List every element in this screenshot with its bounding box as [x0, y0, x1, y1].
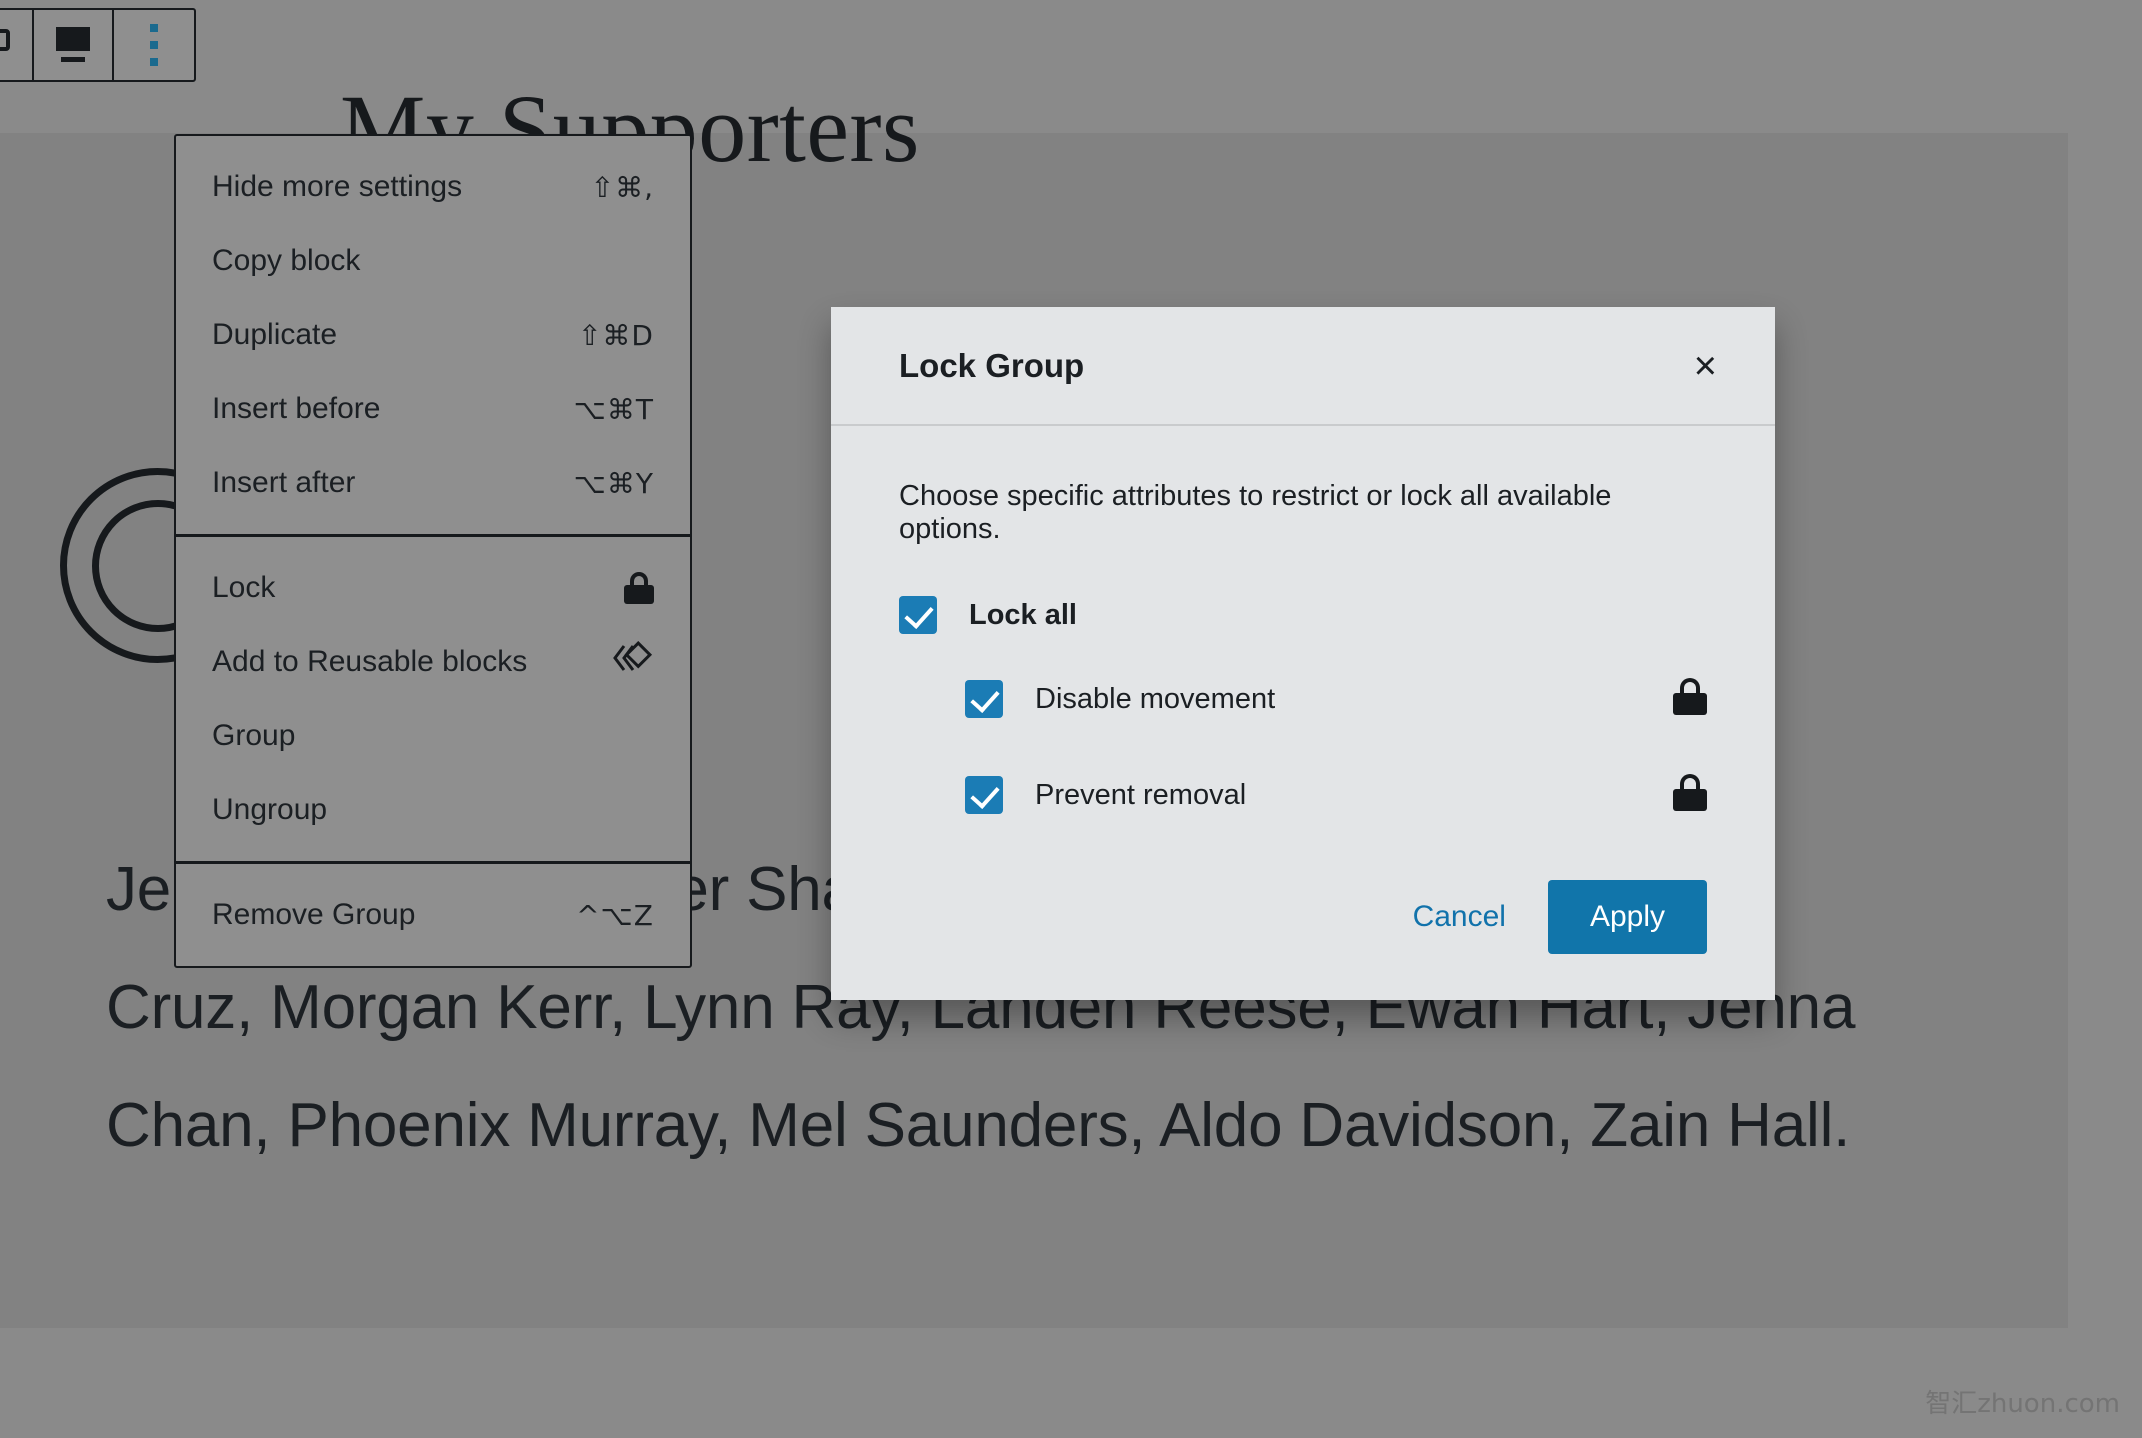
menu-section-block-actions: Lock Add to Reusable blocks Group Ungrou…	[176, 534, 690, 861]
menu-item-duplicate[interactable]: Duplicate ⇧⌘D	[176, 298, 690, 372]
menu-item-label: Add to Reusable blocks	[212, 645, 528, 678]
vertical-dots-icon	[150, 24, 158, 66]
dialog-description: Choose specific attributes to restrict o…	[899, 480, 1612, 545]
watermark: 智汇zhuon.com	[1925, 1389, 2120, 1419]
menu-item-copy-block[interactable]: Copy block	[176, 224, 690, 298]
disable-movement-checkbox[interactable]	[965, 680, 1003, 718]
dialog-header: Lock Group ×	[831, 307, 1775, 426]
menu-item-lock[interactable]: Lock	[176, 551, 690, 625]
menu-item-label: Copy block	[212, 244, 361, 277]
menu-item-insert-before[interactable]: Insert before ⌥⌘T	[176, 372, 690, 446]
prevent-removal-checkbox[interactable]	[965, 776, 1003, 814]
menu-item-label: Insert before	[212, 392, 381, 425]
lock-icon	[1673, 678, 1707, 715]
group-blocks-icon	[0, 29, 10, 61]
menu-item-shortcut: ⇧⌘,	[590, 170, 654, 204]
menu-item-shortcut: ⌥⌘Y	[573, 466, 654, 500]
menu-item-label: Lock	[212, 571, 276, 604]
menu-item-label: Insert after	[212, 466, 356, 499]
lock-all-label: Lock all	[969, 598, 1077, 631]
menu-item-label: Ungroup	[212, 793, 328, 826]
dialog-title: Lock Group	[899, 346, 1085, 384]
change-alignment-button[interactable]	[34, 10, 114, 80]
block-toolbar	[0, 8, 196, 82]
align-icon	[53, 27, 93, 63]
reusable-block-icon	[608, 640, 654, 683]
dialog-body: Choose specific attributes to restrict o…	[831, 426, 1775, 816]
lock-icon	[624, 572, 654, 604]
menu-item-insert-after[interactable]: Insert after ⌥⌘Y	[176, 446, 690, 520]
lock-all-row[interactable]: Lock all	[899, 596, 1707, 634]
menu-item-remove-group[interactable]: Remove Group ^⌥Z	[176, 878, 690, 952]
menu-item-label: Group	[212, 719, 296, 752]
menu-item-shortcut: ⇧⌘D	[577, 318, 654, 352]
menu-item-label: Hide more settings	[212, 170, 463, 203]
menu-item-shortcut: ⌥⌘T	[573, 392, 654, 426]
menu-item-add-to-reusable-blocks[interactable]: Add to Reusable blocks	[176, 625, 690, 699]
lock-group-dialog: Lock Group × Choose specific attributes …	[831, 307, 1775, 1000]
disable-movement-label: Disable movement	[1035, 682, 1276, 715]
menu-section-destructive: Remove Group ^⌥Z	[176, 861, 690, 966]
select-parent-block-button[interactable]	[0, 10, 34, 80]
prevent-removal-lock-icon-wrap	[1673, 774, 1707, 816]
lock-all-checkbox[interactable]	[899, 596, 937, 634]
lock-icon	[1673, 774, 1707, 811]
menu-item-shortcut: ^⌥Z	[576, 898, 654, 932]
menu-item-ungroup[interactable]: Ungroup	[176, 773, 690, 847]
dialog-footer: Cancel Apply	[831, 816, 1775, 1000]
menu-section-general: Hide more settings ⇧⌘, Copy block Duplic…	[176, 136, 690, 534]
apply-button[interactable]: Apply	[1547, 880, 1707, 954]
menu-item-label: Duplicate	[212, 318, 338, 351]
prevent-removal-label: Prevent removal	[1035, 778, 1247, 811]
cancel-button[interactable]: Cancel	[1385, 882, 1534, 952]
menu-item-group[interactable]: Group	[176, 699, 690, 773]
prevent-removal-row[interactable]: Prevent removal	[899, 774, 1707, 816]
menu-item-label: Remove Group	[212, 898, 416, 931]
disable-movement-lock-icon-wrap	[1673, 678, 1707, 720]
close-icon[interactable]: ×	[1680, 338, 1731, 394]
block-options-menu: Hide more settings ⇧⌘, Copy block Duplic…	[174, 134, 692, 968]
menu-item-hide-more-settings[interactable]: Hide more settings ⇧⌘,	[176, 150, 690, 224]
block-options-button[interactable]	[114, 10, 194, 80]
disable-movement-row[interactable]: Disable movement	[899, 678, 1707, 720]
